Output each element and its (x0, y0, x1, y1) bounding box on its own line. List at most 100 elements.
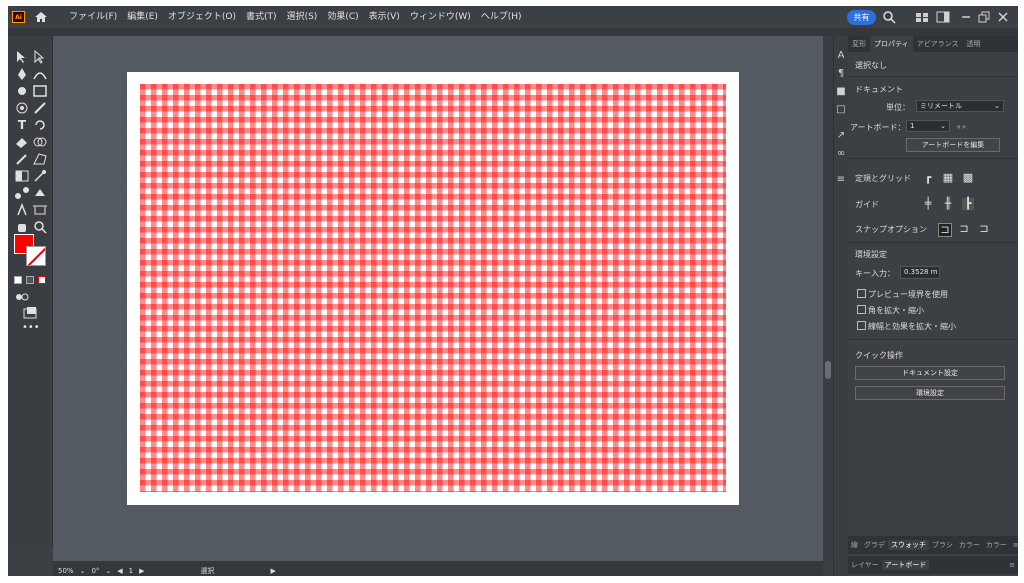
tab-properties[interactable]: プロパティ (870, 36, 913, 52)
zoom-level[interactable]: 50% (58, 567, 74, 575)
tab-transform[interactable]: 変形 (848, 36, 870, 52)
check-scale-strokes[interactable]: 線幅と効果を拡大・縮小 (857, 321, 956, 332)
artboard-next-icon[interactable]: ▶ (139, 567, 144, 575)
check-scale-corners[interactable]: 角を拡大・縮小 (857, 305, 924, 316)
anchor-tool-icon[interactable] (14, 84, 30, 98)
artboard-tool-icon[interactable] (32, 203, 48, 217)
symbol-sprayer-tool-icon[interactable] (14, 203, 30, 217)
arrange-documents-icon[interactable] (915, 10, 929, 24)
pencil-tool-icon[interactable] (14, 152, 30, 166)
perspective-tool-icon[interactable] (32, 152, 48, 166)
align-icon[interactable]: ≡ (835, 174, 847, 186)
shaper-tool-icon[interactable] (14, 101, 30, 115)
more-tools-icon[interactable]: ••• (22, 323, 40, 338)
key-input-field[interactable]: 0.3528 m (900, 266, 940, 279)
ruler-icon[interactable]: ┏ (922, 172, 934, 184)
vertical-scrollbar[interactable] (823, 36, 833, 561)
document-setup-button[interactable]: ドキュメント設定 (855, 366, 1005, 380)
paintbrush-tool-icon[interactable] (32, 101, 48, 115)
show-guides-icon[interactable]: ╪ (922, 198, 934, 210)
stroke-swatch[interactable] (26, 246, 46, 266)
tab-color[interactable]: カラー (956, 540, 983, 550)
rotate-tool-icon[interactable] (32, 118, 48, 132)
close-icon[interactable] (996, 10, 1010, 24)
menu-type[interactable]: 書式(T) (241, 6, 282, 28)
zoom-dropdown-icon[interactable]: ⌄ (80, 567, 86, 575)
smart-guides-icon[interactable]: ┣ (962, 198, 974, 210)
shape-builder-tool-icon[interactable] (32, 135, 48, 149)
curvature-tool-icon[interactable] (32, 67, 48, 81)
tab-color-guide[interactable]: カラー (983, 540, 1010, 550)
draw-mode-icon[interactable] (14, 290, 30, 304)
color-mode-swatch[interactable] (14, 276, 22, 284)
search-icon[interactable] (882, 10, 896, 24)
checkbox[interactable] (857, 321, 866, 330)
tab-stroke[interactable]: 線 (848, 540, 861, 550)
panel-menu-icon[interactable]: ≡ (1010, 541, 1018, 549)
snap-to-pixel-icon[interactable]: ⊐ (958, 223, 970, 235)
minimize-icon[interactable] (959, 10, 973, 24)
menu-view[interactable]: 表示(V) (364, 6, 405, 28)
artboard-dropdown[interactable]: 1 ⌄ (906, 120, 950, 132)
transparency-grid-icon[interactable]: ▩ (962, 172, 974, 184)
unit-dropdown[interactable]: ミリメートル ⌄ (916, 100, 1004, 112)
menu-window[interactable]: ウィンドウ(W) (405, 6, 476, 28)
grid-icon[interactable]: ▦ (942, 172, 954, 184)
hand-tool-icon[interactable] (14, 220, 30, 234)
tab-appearance[interactable]: アピアランス (913, 36, 963, 52)
gradient-tool-icon[interactable] (14, 169, 30, 183)
rotation-value[interactable]: 0° (91, 567, 99, 575)
edit-artboard-button[interactable]: アートボードを編集 (906, 138, 1000, 152)
menu-edit[interactable]: 編集(E) (122, 6, 163, 28)
menu-effect[interactable]: 効果(C) (322, 6, 363, 28)
menu-object[interactable]: オブジェクト(O) (163, 6, 241, 28)
live-paint-tool-icon[interactable] (32, 186, 48, 200)
menu-help[interactable]: ヘルプ(H) (476, 6, 527, 28)
pen-tool-icon[interactable] (14, 67, 30, 81)
status-arrow-icon[interactable]: ▶ (271, 567, 276, 575)
tab-gradient[interactable]: グラデ (861, 540, 888, 550)
share-button[interactable]: 共有 (847, 10, 876, 25)
canvas-area[interactable] (53, 36, 823, 561)
preferences-button[interactable]: 環境設定 (855, 386, 1005, 400)
panel-menu-icon[interactable]: ≡ (1006, 561, 1018, 569)
selection-tool-icon[interactable] (14, 50, 30, 64)
tab-artboards[interactable]: アートボード (881, 560, 930, 570)
artboard-prev-icon[interactable]: ◀ (117, 567, 122, 575)
blend-tool-icon[interactable] (14, 186, 30, 200)
tab-transparency[interactable]: 透明 (962, 36, 984, 52)
tab-swatches[interactable]: スウォッチ (888, 540, 929, 550)
artboard-number[interactable]: 1 (129, 567, 133, 575)
export-icon[interactable]: ↗ (835, 130, 847, 142)
workspace-icon[interactable] (936, 10, 950, 24)
screen-mode-icon[interactable] (22, 306, 38, 320)
artboard[interactable] (127, 72, 739, 505)
tab-layers[interactable]: レイヤー (848, 560, 882, 570)
checkbox[interactable] (857, 305, 866, 314)
lock-guides-icon[interactable]: ╫ (942, 198, 954, 210)
check-preview-bounds[interactable]: プレビュー境界を使用 (857, 289, 948, 300)
tab-brushes[interactable]: ブラシ (929, 540, 956, 550)
links-icon[interactable]: ∞ (835, 148, 847, 160)
direct-selection-tool-icon[interactable] (32, 50, 48, 64)
pathfinder-icon[interactable]: ■ (835, 86, 847, 98)
properties-panel-icon[interactable]: A (835, 50, 847, 62)
none-mode-swatch[interactable] (38, 276, 46, 284)
restore-icon[interactable] (977, 10, 991, 24)
vertical-scroll-thumb[interactable] (825, 361, 831, 379)
transform-icon[interactable]: □ (835, 104, 847, 116)
menu-select[interactable]: 選択(S) (282, 6, 323, 28)
fill-stroke-swatches[interactable] (14, 234, 48, 268)
gradient-mode-swatch[interactable] (26, 276, 34, 284)
snap-to-point-icon[interactable]: ⊐ (938, 223, 952, 237)
artboard-nav-icon[interactable]: ◂ ▸ (956, 122, 967, 131)
home-icon[interactable] (34, 10, 48, 24)
rotation-dropdown-icon[interactable]: ⌄ (105, 567, 111, 575)
zoom-tool-icon[interactable] (32, 220, 48, 234)
paragraph-icon[interactable]: ¶ (835, 68, 847, 80)
eraser-tool-icon[interactable] (14, 135, 30, 149)
eyedropper-tool-icon[interactable] (32, 169, 48, 183)
checkbox[interactable] (857, 289, 866, 298)
snap-to-glyph-icon[interactable]: ⊐ (978, 223, 990, 235)
rectangle-tool-icon[interactable] (32, 84, 48, 98)
